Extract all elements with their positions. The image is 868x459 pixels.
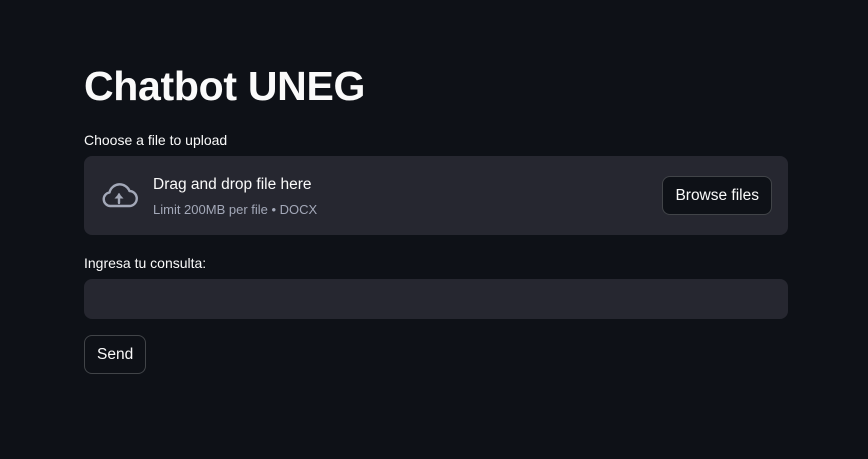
query-label: Ingresa tu consulta:: [84, 255, 207, 271]
cloud-upload-icon: [100, 180, 138, 210]
file-uploader-label: Choose a file to upload: [84, 132, 228, 148]
file-dropzone[interactable]: Drag and drop file here Limit 200MB per …: [84, 156, 788, 235]
app-main: Chatbot UNEG Choose a file to upload Dra…: [0, 0, 868, 459]
send-button[interactable]: Send: [84, 335, 147, 374]
dropzone-limits: Limit 200MB per file • DOCX: [153, 202, 318, 217]
dropzone-instructions: Drag and drop file here: [153, 176, 312, 193]
browse-files-button[interactable]: Browse files: [662, 176, 772, 215]
page-title: Chatbot UNEG: [84, 63, 366, 109]
query-input[interactable]: [84, 279, 788, 319]
